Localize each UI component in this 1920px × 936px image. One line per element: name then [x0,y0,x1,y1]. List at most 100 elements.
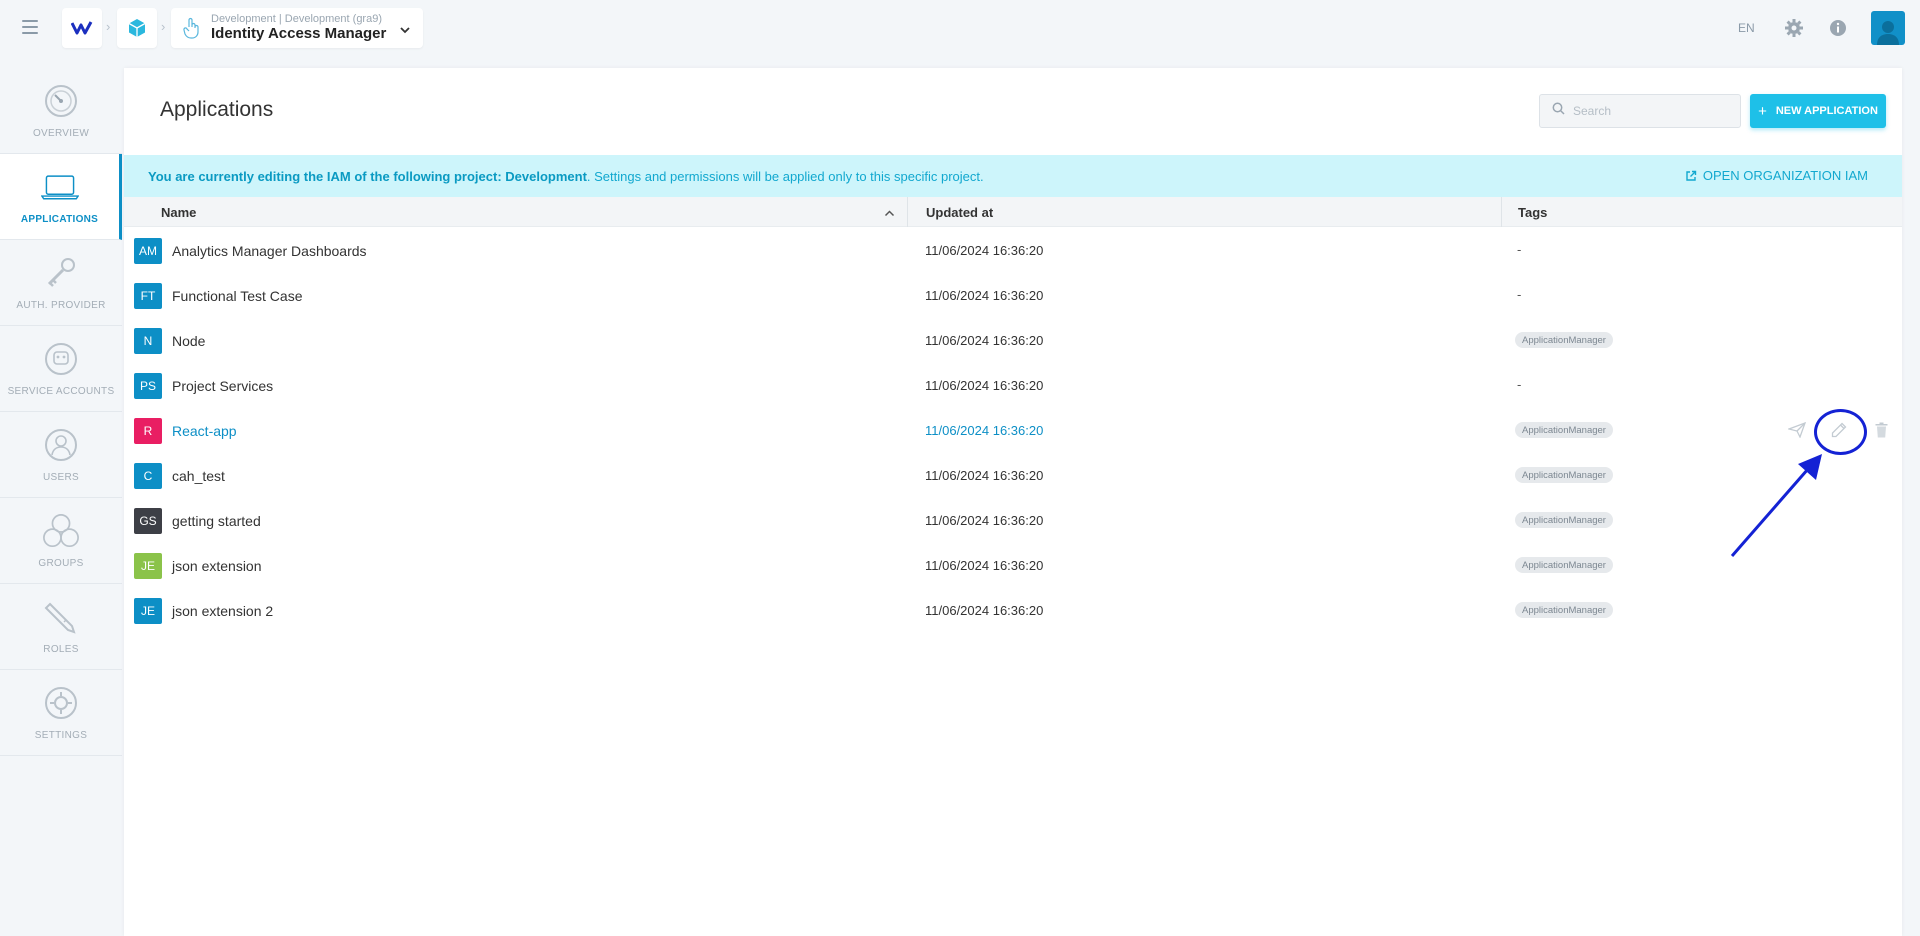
app-initials-badge: C [134,463,162,489]
table-row[interactable]: FT Functional Test Case 11/06/2024 16:36:2… [124,273,1902,318]
table-row[interactable]: Ccah_test 11/06/2024 16:36:20 ApplicationM… [124,453,1902,498]
app-title: Identity Access Manager [211,25,387,42]
tag-chip: ApplicationManager [1515,467,1613,483]
annotation-arrow-icon [1730,454,1822,557]
updated-at: 11/06/2024 16:36:20 [925,423,1044,438]
sidebar-item-label: OVERVIEW [32,128,90,139]
sidebar-item-label: ROLES [43,644,79,655]
column-header-updated[interactable]: Updated at [909,197,1502,227]
new-application-button[interactable]: + NEW APPLICATION [1750,94,1886,128]
sidebar-item-users[interactable]: USERS [0,412,122,498]
app-name[interactable]: Node [172,333,205,349]
language-selector[interactable]: EN [1738,21,1755,35]
app-initials-badge: R [134,418,162,444]
pencil-icon [42,598,80,636]
project-cube-icon[interactable] [117,8,157,48]
updated-at: 11/06/2024 16:36:20 [925,378,1044,393]
table-row[interactable]: JE json extension 11/06/2024 16:36:20 Appli… [124,543,1902,588]
table-row[interactable]: AM Analytics Manager Dashboards 11/06/2024… [124,228,1902,273]
sidebar-item-label: USERS [43,472,79,483]
plus-icon: + [1758,102,1767,120]
users-group-icon [42,512,80,550]
table-row[interactable]: R React-app 11/06/2024 16:36:20 Application… [124,408,1902,453]
app-name[interactable]: cah_test [172,468,225,484]
robot-icon [42,340,80,378]
laptop-icon [40,168,79,206]
tag-chip: ApplicationManager [1515,602,1613,618]
external-link-icon [1686,170,1697,181]
sidebar-item-service-accounts[interactable]: SERVICE ACCOUNTS [0,326,122,412]
delete-trash-icon[interactable] [1875,422,1888,443]
chevron-down-icon[interactable] [399,22,411,40]
annotation-circle [1814,409,1867,455]
column-header-label: Name [161,204,197,220]
updated-at: 11/06/2024 16:36:20 [925,288,1044,303]
home-logo[interactable] [62,8,102,48]
sort-chevron-up-icon[interactable] [884,206,895,221]
banner-rest-text: . Settings and permissions will be appli… [586,168,984,184]
sidebar-item-applications[interactable]: APPLICATIONS [0,154,122,240]
table-row[interactable]: GS getting started 11/06/2024 16:36:20 Appl… [124,498,1902,543]
sidebar-item-label: APPLICATIONS [20,214,99,225]
search-input[interactable] [1573,104,1733,118]
updated-at: 11/06/2024 16:36:20 [925,558,1044,573]
sidebar-item-groups[interactable]: GROUPS [0,498,122,584]
app-name[interactable]: Analytics Manager Dashboards [172,243,367,259]
breadcrumb-context: Development | Development (gra9) [211,13,382,25]
search-icon [1552,102,1565,120]
app-initials-badge: FT [134,283,162,309]
info-icon[interactable] [1829,19,1847,42]
banner-bold-text: You are currently editing the IAM of the… [148,168,587,184]
updated-at: 11/06/2024 16:36:20 [925,333,1044,348]
app-name[interactable]: Project Services [172,378,273,394]
send-icon[interactable] [1786,421,1807,443]
breadcrumb-separator: › [161,19,166,34]
top-bar: › › Development | Development (gra9) Ide… [0,0,1920,56]
page-title: Applications [160,98,274,121]
menu-icon[interactable] [22,20,38,34]
sidebar-item-label: GROUPS [38,558,84,569]
updated-at: 11/06/2024 16:36:20 [925,468,1044,483]
updated-at: 11/06/2024 16:36:20 [925,513,1044,528]
app-initials-badge: N [134,328,162,354]
table-row[interactable]: JE json extension 2 11/06/2024 16:36:20 App… [124,588,1902,633]
app-initials-badge: JE [134,598,162,624]
open-organization-iam-link[interactable]: OPEN ORGANIZATION IAM [1685,168,1868,183]
tag-chip: ApplicationManager [1515,557,1613,573]
app-switcher[interactable]: Development | Development (gra9) Identit… [171,8,423,48]
sidebar-item-overview[interactable]: OVERVIEW [0,68,122,154]
sidebar: OVERVIEW APPLICATIONS AUTH. PROVIDER SER… [0,68,122,758]
new-application-label: NEW APPLICATION [1775,105,1878,117]
app-name[interactable]: Functional Test Case [172,288,302,304]
tags-empty: - [1517,242,1522,257]
app-initials-badge: AM [134,238,162,264]
user-icon [42,426,80,464]
sidebar-item-roles[interactable]: ROLES [0,584,122,670]
tag-chip: ApplicationManager [1515,422,1613,438]
app-name[interactable]: json extension [172,558,262,574]
key-icon [42,254,80,292]
app-initials-badge: GS [134,508,162,534]
search-box[interactable] [1539,94,1741,128]
sidebar-item-label: SERVICE ACCOUNTS [7,386,115,397]
table-row[interactable]: PS Project Services 11/06/2024 16:36:20 - [124,363,1902,408]
app-initials-badge: JE [134,553,162,579]
table-header: Name Updated at Tags [124,197,1902,227]
banner-text: You are currently editing the IAM of the… [148,169,984,184]
sidebar-item-auth-provider[interactable]: AUTH. PROVIDER [0,240,122,326]
sidebar-item-label: AUTH. PROVIDER [16,300,106,311]
app-name[interactable]: getting started [172,513,261,529]
sidebar-item-settings[interactable]: SETTINGS [0,670,122,756]
app-name[interactable]: React-app [172,423,237,439]
open-organization-iam-label: OPEN ORGANIZATION IAM [1702,168,1868,183]
gear-icon[interactable] [1784,18,1804,43]
tag-chip: ApplicationManager [1515,332,1613,348]
sidebar-item-label: SETTINGS [34,730,88,741]
app-name[interactable]: json extension 2 [172,603,273,619]
table-row[interactable]: N Node 11/06/2024 16:36:20 ApplicationManag… [124,318,1902,363]
project-banner: You are currently editing the IAM of the… [124,155,1902,197]
user-avatar[interactable] [1871,11,1905,45]
column-header-tags[interactable]: Tags [1502,197,1902,227]
breadcrumb-separator: › [106,19,111,34]
column-header-name[interactable]: Name [161,197,908,227]
